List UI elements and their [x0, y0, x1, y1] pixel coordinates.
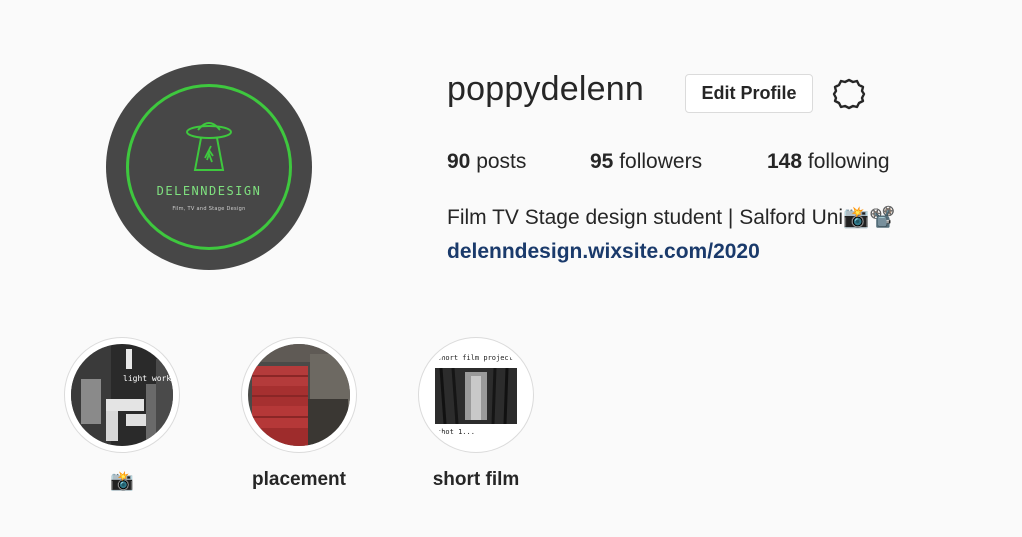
highlight-thumbnail: short film project shot 1...	[425, 344, 527, 446]
ufo-logo-icon	[186, 122, 232, 171]
following-label: following	[807, 150, 890, 173]
followers-count: 95	[590, 150, 614, 173]
highlight-ring: light work	[64, 337, 180, 453]
posts-stat: 90 posts	[447, 150, 526, 174]
highlight-thumb-title: short film project	[437, 354, 513, 362]
highlight-label: 📸	[110, 471, 134, 492]
edit-profile-button[interactable]: Edit Profile	[685, 74, 813, 113]
highlight-thumb-text: light work	[123, 374, 172, 383]
highlight-camera[interactable]: light work 📸	[64, 337, 180, 492]
gear-icon[interactable]	[832, 77, 866, 111]
highlight-thumb-caption: shot 1...	[437, 428, 475, 436]
followers-stat[interactable]: 95 followers	[590, 150, 702, 174]
posts-count: 90	[447, 150, 471, 173]
profile-bio: Film TV Stage design student | Salford U…	[447, 206, 896, 229]
highlight-ring	[241, 337, 357, 453]
highlight-short-film[interactable]: short film project shot 1... short film	[418, 337, 534, 490]
posts-label: posts	[476, 150, 527, 173]
highlight-label: short film	[432, 469, 520, 490]
following-stat[interactable]: 148 following	[767, 150, 890, 174]
profile-website-link[interactable]: delenndesign.wixsite.com/2020	[447, 240, 760, 264]
highlight-label: placement	[252, 469, 346, 490]
following-count: 148	[767, 150, 803, 173]
followers-label: followers	[619, 150, 703, 173]
profile-username: poppydelenn	[447, 70, 644, 108]
highlight-ring: short film project shot 1...	[418, 337, 534, 453]
highlight-placement[interactable]: placement	[241, 337, 357, 490]
avatar-brand-text: DELENNDESIGN	[156, 184, 262, 198]
avatar-tagline-text: Film, TV and Stage Design	[172, 206, 246, 212]
highlight-thumbnail	[248, 344, 350, 446]
highlight-thumbnail: light work	[71, 344, 173, 446]
profile-avatar[interactable]: DELENNDESIGN Film, TV and Stage Design	[106, 64, 312, 270]
